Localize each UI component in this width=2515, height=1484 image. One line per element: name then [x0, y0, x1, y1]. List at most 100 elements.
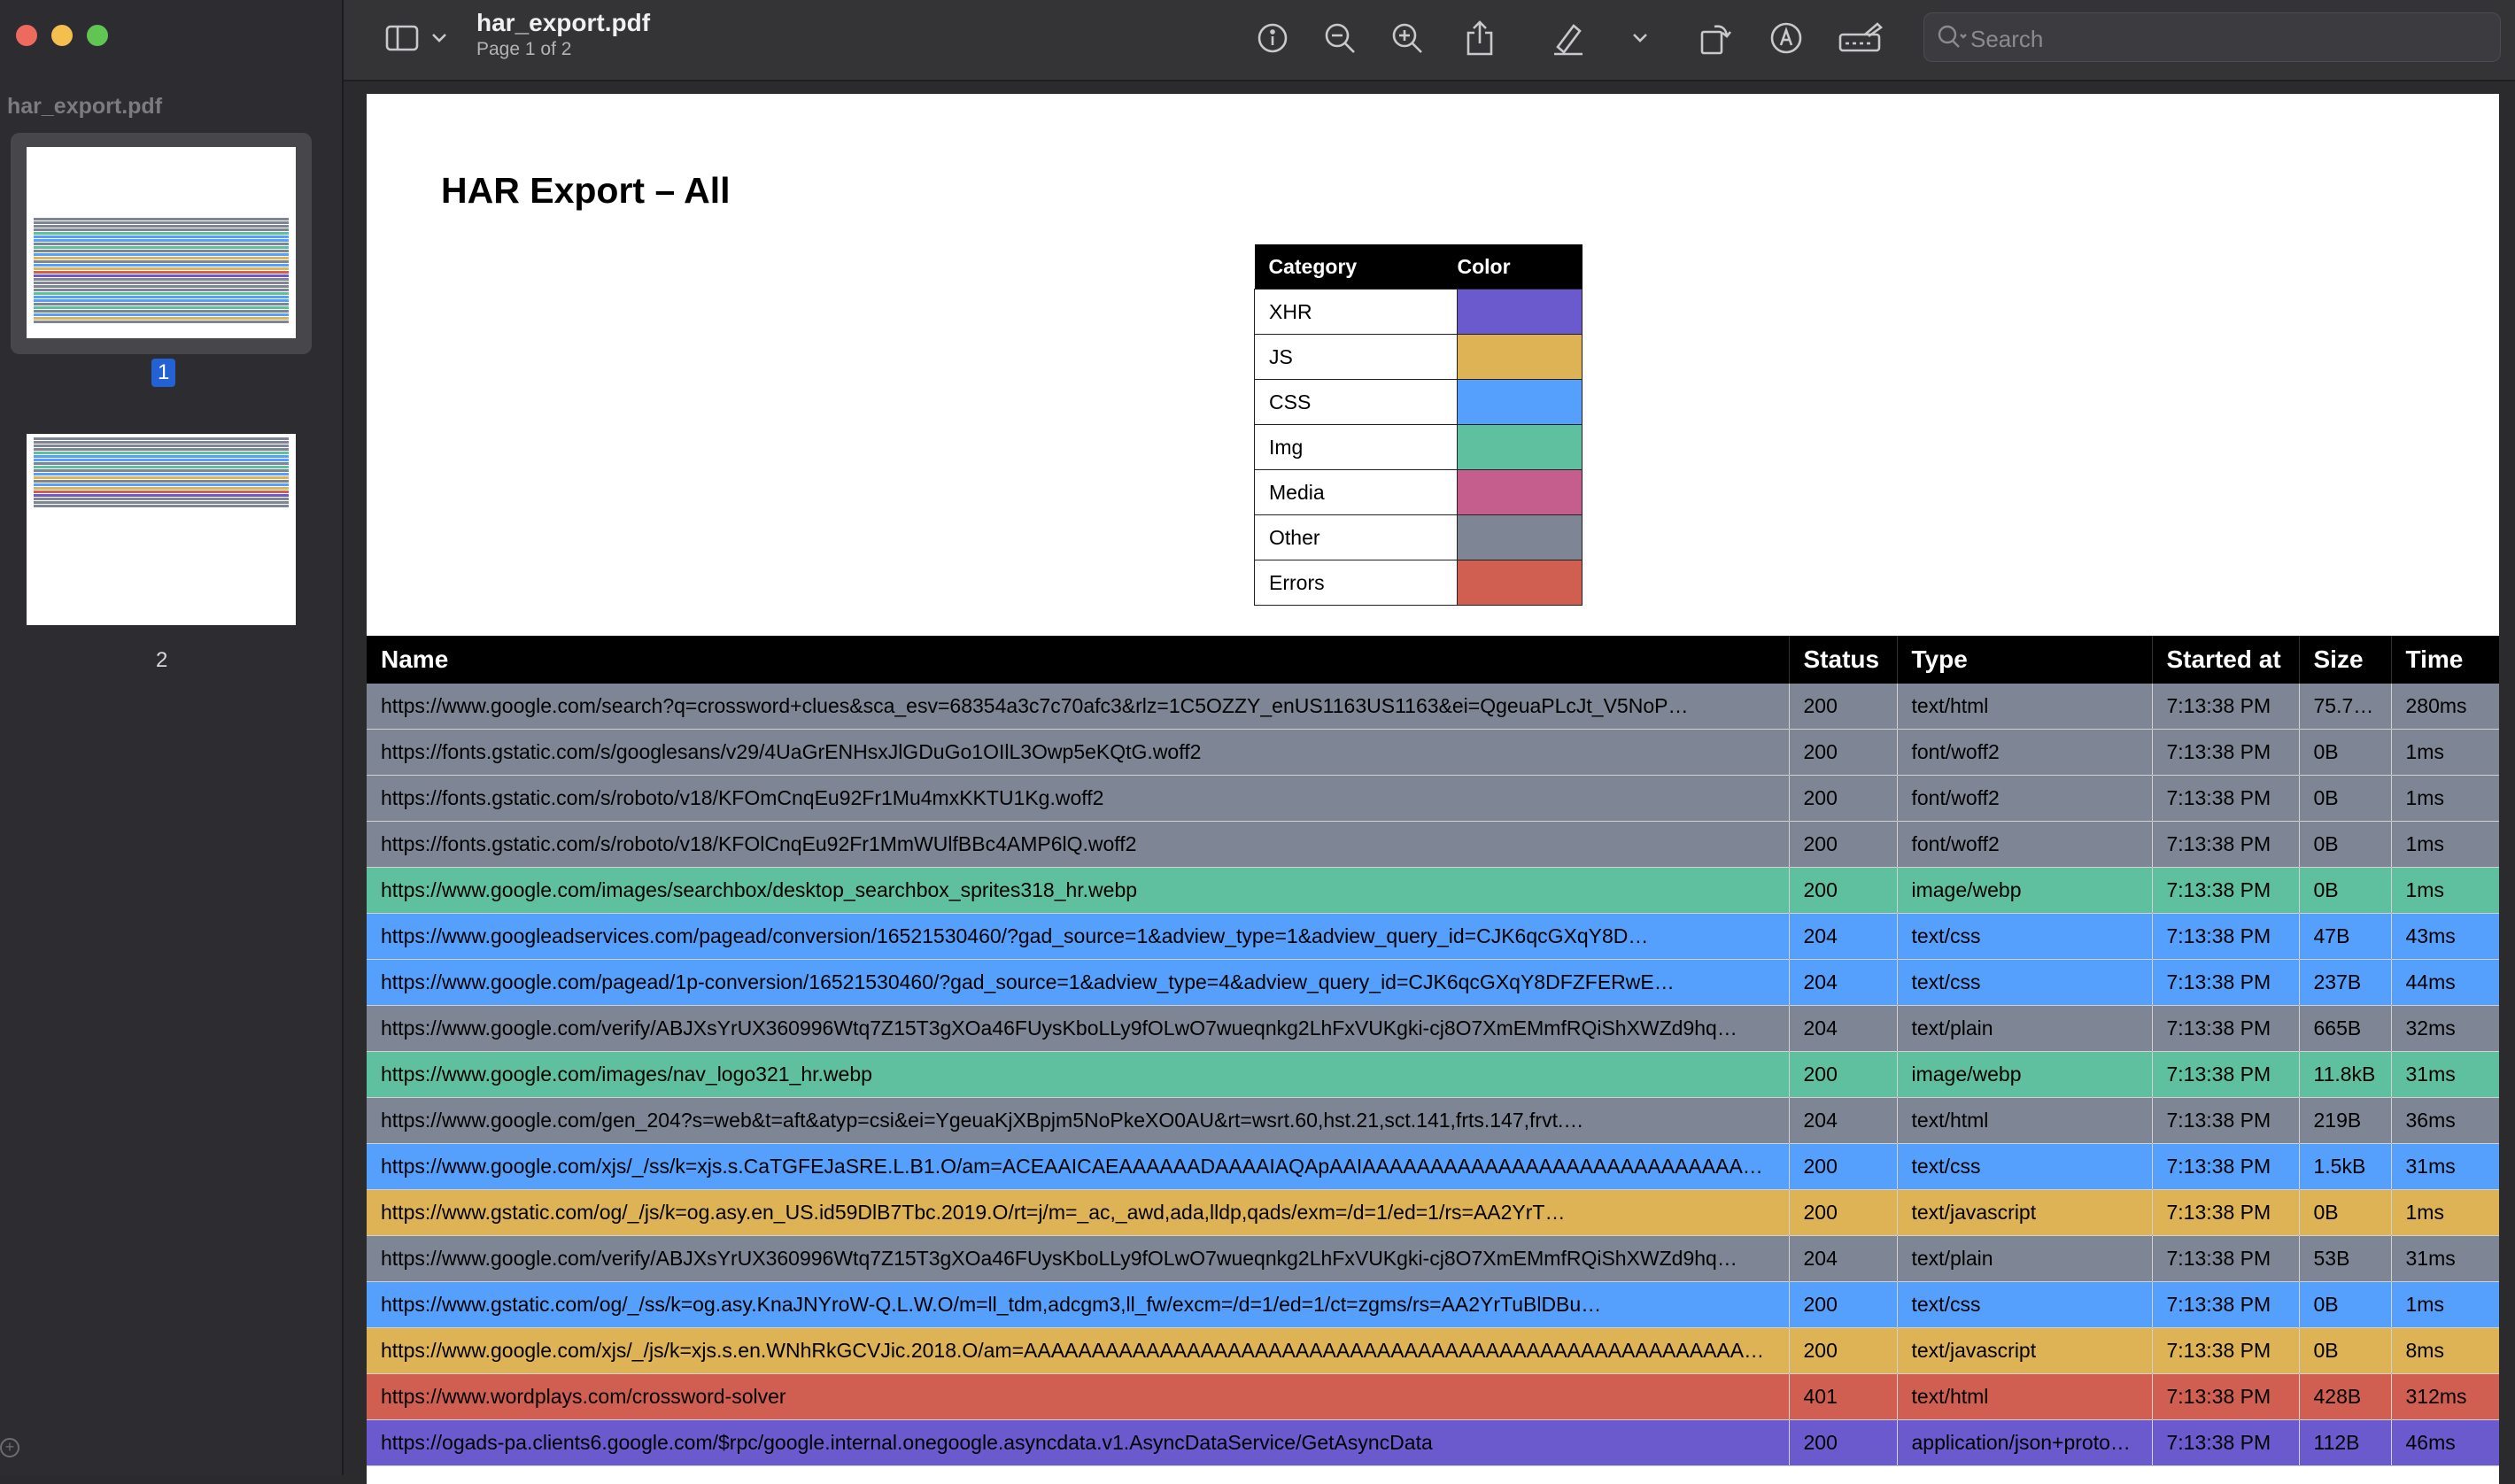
cell-started-at: 7:13:38 PM — [2152, 867, 2300, 914]
column-header-started-at: Started at — [2152, 636, 2300, 684]
zoom-window-button[interactable] — [87, 25, 108, 46]
cell-status: 204 — [1789, 913, 1898, 960]
chevron-down-icon[interactable] — [429, 16, 450, 60]
thumbnail-line — [34, 317, 289, 320]
share-icon[interactable] — [1458, 16, 1502, 60]
thumbnail-line — [34, 491, 289, 493]
cell-time: 31ms — [2391, 1051, 2499, 1098]
thumbnail-line — [34, 437, 289, 440]
thumbnail-line — [34, 441, 289, 444]
page-thumbnail-image-2 — [27, 434, 296, 625]
cell-size: 75.7kB — [2299, 684, 2392, 730]
thumbnail-line — [34, 267, 289, 270]
cell-started-at: 7:13:38 PM — [2152, 1097, 2300, 1144]
cell-started-at: 7:13:38 PM — [2152, 729, 2300, 776]
legend-color-swatch — [1457, 289, 1583, 335]
signature-icon[interactable] — [1835, 16, 1886, 60]
cell-type: text/css — [1897, 1143, 2153, 1190]
cell-type: image/webp — [1897, 867, 2153, 914]
pdf-page: HAR Export – All Category Color XHR JS CSS… — [367, 94, 2499, 1484]
thumbnail-line — [34, 253, 289, 256]
table-row: https://ogads-pa.clients6.google.com/$rp… — [367, 1419, 2499, 1466]
cell-name: https://www.google.com/xjs/_/ss/k=xjs.s.… — [367, 1143, 1790, 1190]
column-header-size: Size — [2299, 636, 2392, 684]
cell-name: https://www.wordplays.com/crossword-solv… — [367, 1373, 1790, 1420]
markup-icon[interactable] — [1764, 16, 1808, 60]
cell-type: text/html — [1897, 684, 2153, 730]
search-field[interactable] — [1923, 12, 2501, 62]
thumbnail-line — [34, 232, 289, 235]
cell-name: https://www.google.com/verify/ABJXsYrUX3… — [367, 1005, 1790, 1052]
cell-size: 665B — [2299, 1005, 2392, 1052]
zoom-out-icon[interactable] — [1318, 16, 1362, 60]
legend-color-swatch — [1457, 424, 1583, 470]
thumbnail-line — [34, 225, 289, 228]
cell-started-at: 7:13:38 PM — [2152, 1419, 2300, 1466]
page-thumbnail-image-1 — [27, 147, 296, 338]
cell-started-at: 7:13:38 PM — [2152, 684, 2300, 730]
cell-size: 1.5kB — [2299, 1143, 2392, 1190]
thumbnail-line — [34, 494, 289, 497]
cell-type: text/javascript — [1897, 1189, 2153, 1236]
cell-time: 8ms — [2391, 1327, 2499, 1374]
table-row: https://fonts.gstatic.com/s/roboto/v18/K… — [367, 821, 2499, 868]
legend-color-swatch — [1457, 560, 1583, 606]
cell-status: 200 — [1789, 1189, 1898, 1236]
table-row: https://www.google.com/images/nav_logo32… — [367, 1051, 2499, 1098]
table-row: https://www.wordplays.com/crossword-solv… — [367, 1373, 2499, 1420]
cell-type: font/woff2 — [1897, 729, 2153, 776]
table-row: https://www.google.com/images/searchbox/… — [367, 867, 2499, 914]
thumbnail-line — [34, 498, 289, 500]
thumbnail-line — [34, 313, 289, 316]
table-row: https://www.googleadservices.com/pagead/… — [367, 913, 2499, 960]
cell-type: font/woff2 — [1897, 775, 2153, 822]
search-input[interactable] — [1969, 22, 2468, 56]
chevron-down-icon[interactable] — [1629, 16, 1651, 60]
cell-status: 200 — [1789, 1143, 1898, 1190]
close-window-button[interactable] — [16, 25, 37, 46]
legend-category: Errors — [1254, 560, 1458, 606]
cell-time: 31ms — [2391, 1235, 2499, 1282]
rotate-icon[interactable] — [1693, 16, 1737, 60]
thumbnail-line — [34, 452, 289, 454]
cell-status: 200 — [1789, 1327, 1898, 1374]
cell-status: 200 — [1789, 1051, 1898, 1098]
cell-started-at: 7:13:38 PM — [2152, 1051, 2300, 1098]
sidebar-toggle-icon[interactable] — [383, 16, 422, 60]
thumbnail-line — [34, 321, 289, 323]
cell-size: 0B — [2299, 729, 2392, 776]
legend-color-swatch — [1457, 469, 1583, 515]
cell-size: 219B — [2299, 1097, 2392, 1144]
legend-category: Other — [1254, 514, 1458, 560]
highlight-pen-icon[interactable] — [1546, 16, 1590, 60]
page-thumbnail-1[interactable] — [11, 133, 312, 354]
thumbnail-line — [34, 289, 289, 291]
cell-name: https://www.google.com/images/nav_logo32… — [367, 1051, 1790, 1098]
add-icon[interactable]: + — [0, 1438, 19, 1457]
page-thumbnail-2[interactable] — [11, 420, 312, 641]
cell-type: text/css — [1897, 913, 2153, 960]
har-table: Name Status Type Started at Size Time ht… — [367, 636, 2499, 1466]
document-title: har_export.pdf — [476, 9, 651, 36]
cell-status: 200 — [1789, 684, 1898, 730]
legend-color-swatch — [1457, 379, 1583, 425]
thumbnail-line — [34, 476, 289, 479]
cell-type: application/json+protobuf — [1897, 1419, 2153, 1466]
cell-name: https://fonts.gstatic.com/s/roboto/v18/K… — [367, 821, 1790, 868]
page-number-1: 1 — [151, 359, 176, 387]
minimize-window-button[interactable] — [51, 25, 73, 46]
thumbnail-line — [34, 306, 289, 309]
info-icon[interactable] — [1250, 16, 1295, 60]
cell-started-at: 7:13:38 PM — [2152, 775, 2300, 822]
cell-started-at: 7:13:38 PM — [2152, 1281, 2300, 1328]
cell-time: 1ms — [2391, 775, 2499, 822]
cell-type: text/plain — [1897, 1235, 2153, 1282]
thumbnail-line — [34, 444, 289, 447]
zoom-in-icon[interactable] — [1385, 16, 1429, 60]
thumbnail-line — [34, 264, 289, 267]
column-header-time: Time — [2391, 636, 2499, 684]
thumbnail-line — [34, 260, 289, 263]
cell-name: https://www.google.com/pagead/1p-convers… — [367, 959, 1790, 1006]
table-row: https://www.google.com/gen_204?s=web&t=a… — [367, 1097, 2499, 1144]
legend-color-swatch — [1457, 514, 1583, 560]
